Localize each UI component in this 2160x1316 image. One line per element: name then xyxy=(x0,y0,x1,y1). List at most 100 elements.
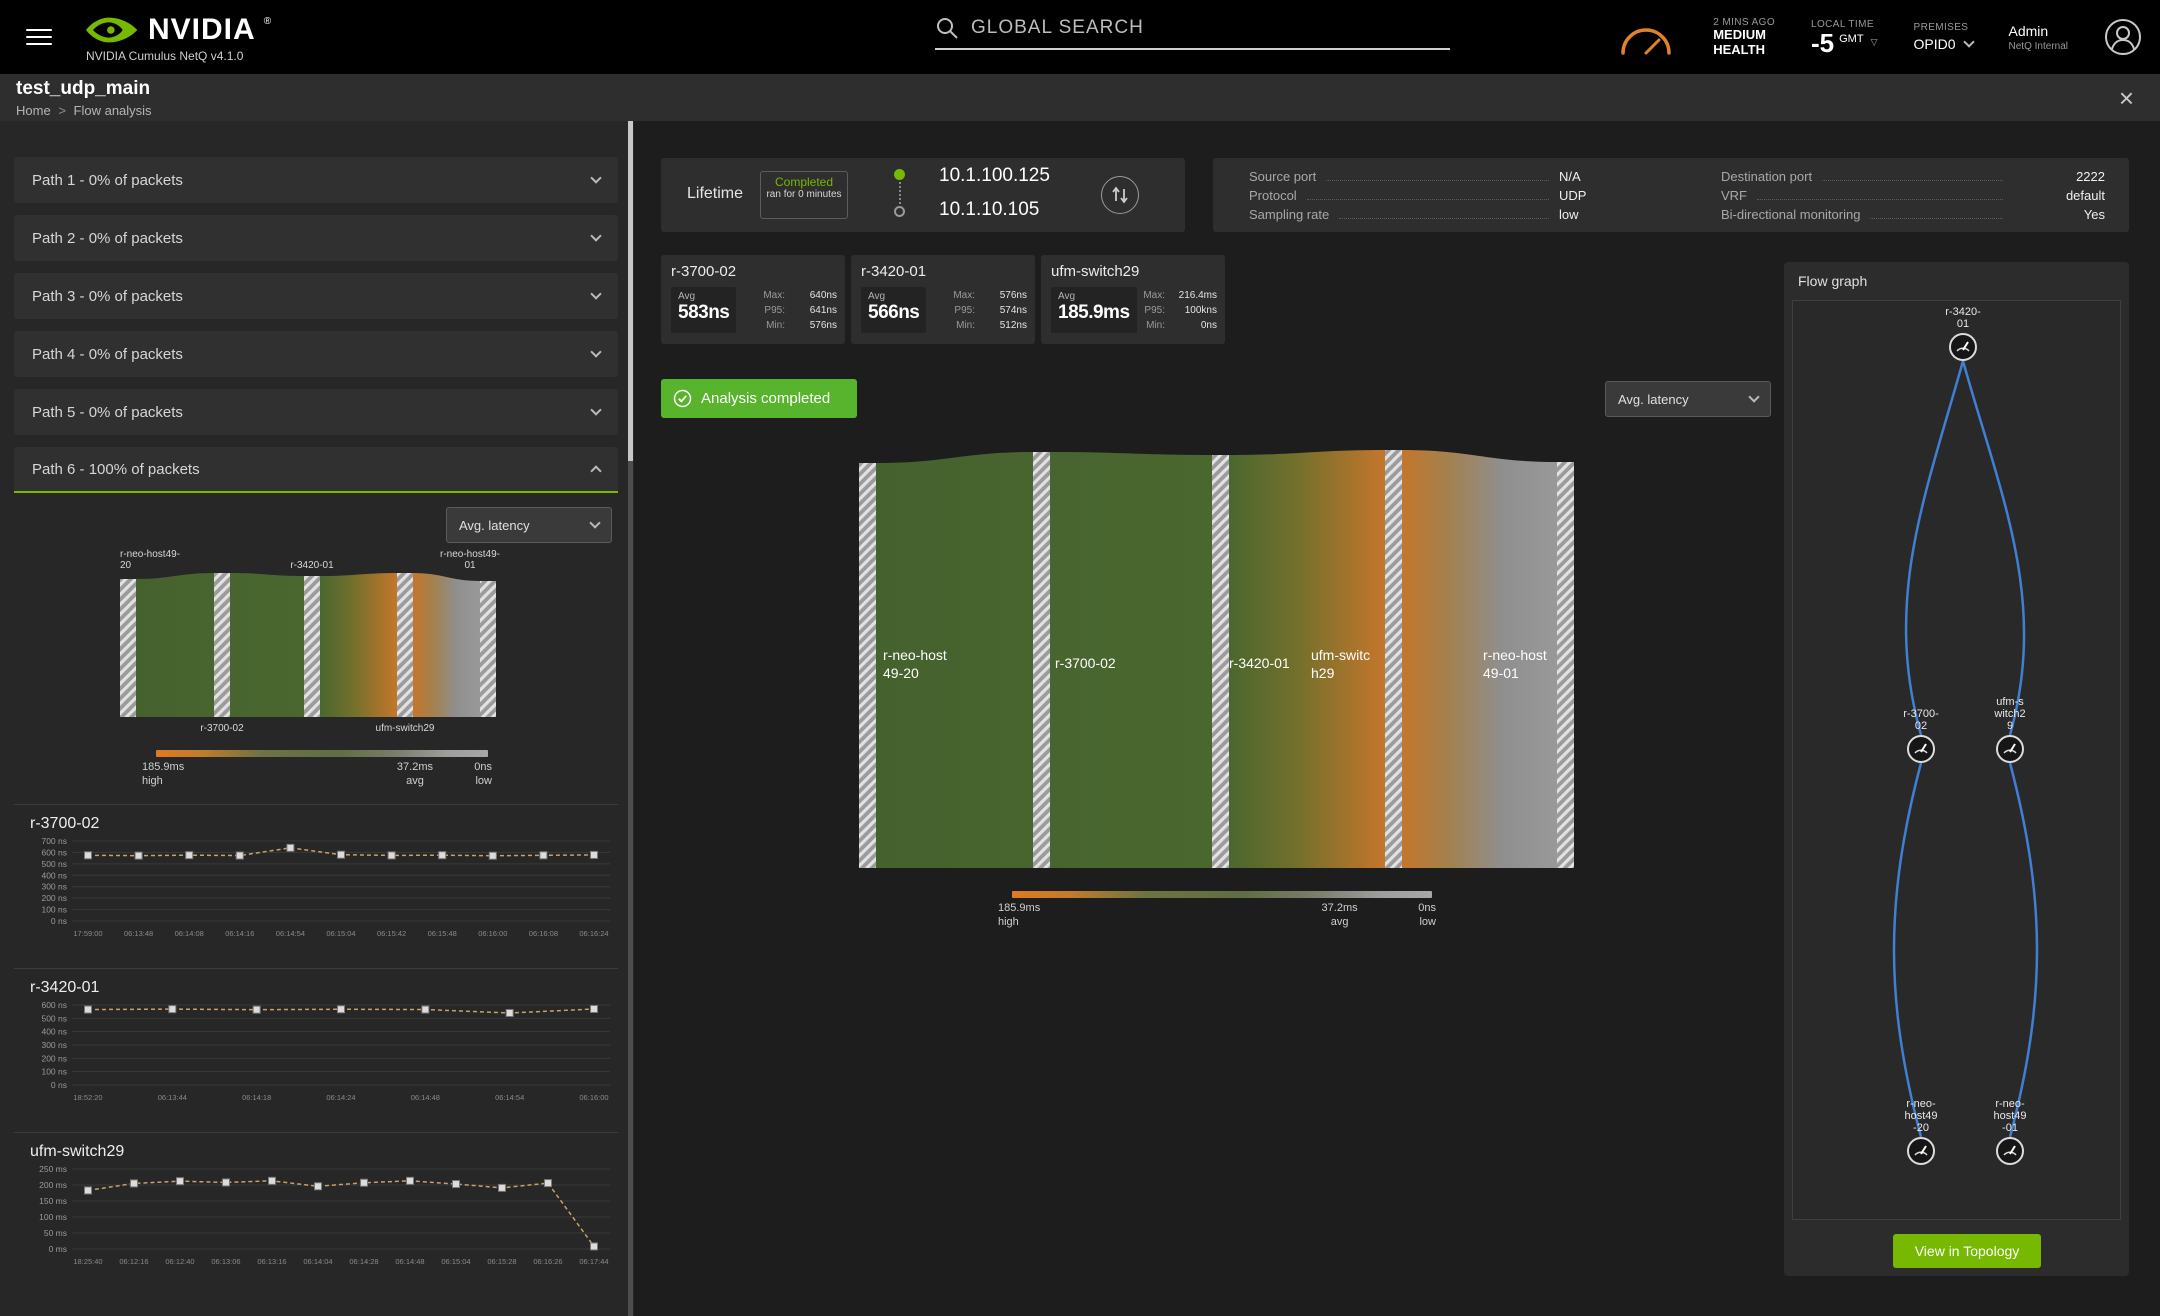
latency-stats: Max: 640ns P95: 641ns Min: 576ns xyxy=(763,288,837,333)
data-point-marker[interactable] xyxy=(286,843,295,852)
chevron-up-icon xyxy=(590,465,602,477)
avatar-icon[interactable] xyxy=(2104,18,2142,56)
flow-node-r-3700-02[interactable]: r-3700-02 xyxy=(1903,708,1939,763)
data-point-marker[interactable] xyxy=(84,851,92,860)
device-metrics-row: Avg 583ns Max: 640ns P95: 641ns Min: 576ns xyxy=(671,287,837,333)
y-tick-label: 0 ms xyxy=(49,1244,67,1254)
data-point-marker[interactable] xyxy=(130,1179,138,1188)
flow-node-label: r-3420- xyxy=(1945,306,1981,318)
x-tick-label: 06:15:42 xyxy=(377,929,406,938)
data-point-marker[interactable] xyxy=(337,1005,345,1014)
latency-line-chart: 0 ns100 ns 200 ns300 ns 400 ns500 ns 600 ns… xyxy=(41,836,610,938)
data-point-marker[interactable] xyxy=(590,850,598,859)
flow-node-ufm-switch29[interactable]: ufm-switch29 xyxy=(1993,696,2026,763)
flow-node-r-neo-host49-01[interactable]: r-neo-host49-01 xyxy=(1993,1098,2027,1165)
lifetime-card: Lifetime Completed ran for 0 minutes 10.… xyxy=(661,158,1185,232)
sankey-node-bar[interactable] xyxy=(214,573,230,717)
flow-node-r-3420-01[interactable]: r-3420-01 xyxy=(1945,306,1981,361)
data-point-marker[interactable] xyxy=(314,1182,322,1191)
menu-icon[interactable] xyxy=(26,24,52,50)
data-point-marker[interactable] xyxy=(185,851,194,860)
data-point-marker[interactable] xyxy=(505,1009,514,1017)
user-menu[interactable]: Admin NetQ Internal xyxy=(2009,23,2068,52)
data-point-marker[interactable] xyxy=(360,1178,368,1187)
sankey-node-bar[interactable] xyxy=(1033,452,1050,868)
stat-value: 216.4ms xyxy=(1178,290,1217,301)
search-input[interactable] xyxy=(971,17,1450,39)
device-name: ufm-switch29 xyxy=(1051,263,1140,280)
sankey-node-bar[interactable] xyxy=(397,573,413,717)
x-tick-label: 06:14:24 xyxy=(326,1093,355,1102)
path-accordion-6[interactable]: Path 6 - 100% of packets xyxy=(14,447,618,493)
scrollbar[interactable] xyxy=(628,121,633,1316)
data-point-marker[interactable] xyxy=(222,1178,230,1187)
path-accordion-5[interactable]: Path 5 - 0% of packets xyxy=(14,389,618,435)
close-icon[interactable]: × xyxy=(2119,85,2134,111)
legend-avg: 37.2ms avg xyxy=(396,761,433,788)
detail-row: Protocol UDP xyxy=(1249,188,1669,207)
data-point-marker[interactable] xyxy=(337,850,345,859)
data-point-marker[interactable] xyxy=(176,1177,184,1186)
swap-direction-button[interactable] xyxy=(1101,176,1139,214)
latency-metric-dropdown-mini[interactable]: Avg. latency xyxy=(446,507,612,543)
source-ip: 10.1.100.125 xyxy=(939,165,1050,186)
data-point-marker[interactable] xyxy=(539,851,548,860)
gauge-icon xyxy=(1996,1137,2024,1165)
data-point-marker[interactable] xyxy=(134,851,143,860)
stat-value: 512ns xyxy=(999,320,1027,331)
data-point-marker[interactable] xyxy=(590,1005,598,1013)
data-point-marker[interactable] xyxy=(268,1176,276,1185)
data-point-marker[interactable] xyxy=(84,1005,92,1014)
data-point-marker[interactable] xyxy=(235,851,244,860)
y-tick-label: 700 ns xyxy=(41,836,67,846)
latency-metric-dropdown[interactable]: Avg. latency xyxy=(1605,381,1771,417)
path-accordion-4[interactable]: Path 4 - 0% of packets xyxy=(14,331,618,377)
latency-stats: Max: 576ns P95: 574ns Min: 512ns xyxy=(953,288,1027,333)
data-point-marker[interactable] xyxy=(406,1176,414,1185)
data-point-marker[interactable] xyxy=(590,1242,598,1251)
data-point-marker[interactable] xyxy=(498,1183,506,1192)
avg-label: Avg xyxy=(868,291,886,302)
scrollbar-thumb[interactable] xyxy=(628,121,633,461)
stat-key: Min: xyxy=(1146,320,1165,331)
view-in-topology-button[interactable]: View in Topology xyxy=(1893,1234,2041,1268)
sankey-label: r-neo-host49- xyxy=(440,549,500,560)
sankey-node-bar[interactable] xyxy=(1385,450,1402,868)
sankey-label: r-neo-host xyxy=(1483,647,1547,663)
device-card-r-3700-02: r-3700-02 Avg 583ns Max: 640ns P95: 641ns Min: 5… xyxy=(661,255,845,344)
sankey-node-bar[interactable] xyxy=(304,576,320,717)
sankey-node-bar[interactable] xyxy=(1557,462,1574,868)
data-point-marker[interactable] xyxy=(488,851,497,860)
breadcrumb-home[interactable]: Home xyxy=(16,103,51,118)
sankey-node-bar[interactable] xyxy=(1212,455,1229,868)
chevron-down-icon xyxy=(590,404,602,416)
avg-latency-box: Avg 185.9ms xyxy=(1051,287,1137,333)
data-point-marker[interactable] xyxy=(421,1005,430,1014)
flow-node-r-neo-host49-20[interactable]: r-neo-host49-20 xyxy=(1904,1098,1938,1165)
path-accordion-2[interactable]: Path 2 - 0% of packets xyxy=(14,215,618,261)
flow-node-label: witch2 xyxy=(1993,708,2025,720)
chevron-down-icon xyxy=(1748,391,1760,403)
latency-series-line xyxy=(87,1180,595,1247)
health-status[interactable]: 2 MINS AGO MEDIUM HEALTH xyxy=(1713,17,1775,58)
data-point-marker[interactable] xyxy=(544,1179,552,1188)
sankey-node-bar[interactable] xyxy=(120,579,136,717)
data-point-marker[interactable] xyxy=(84,1186,92,1195)
source-dot-icon xyxy=(894,169,905,180)
chevron-down-icon xyxy=(1962,36,1975,48)
details-right-column: Destination port 2222 VRF default Bi-dir… xyxy=(1721,169,2105,226)
data-point-marker[interactable] xyxy=(252,1005,261,1014)
data-point-marker[interactable] xyxy=(168,1005,177,1014)
path-accordion-3[interactable]: Path 3 - 0% of packets xyxy=(14,273,618,319)
data-point-marker[interactable] xyxy=(387,851,396,860)
chevron-down-icon xyxy=(590,230,602,242)
dropdown-caret-icon[interactable]: ▽ xyxy=(1871,37,1878,48)
global-search[interactable] xyxy=(935,16,1450,50)
local-time[interactable]: LOCAL TIME -5 GMT ▽ xyxy=(1811,19,1878,56)
data-point-marker[interactable] xyxy=(452,1180,460,1189)
sankey-node-bar[interactable] xyxy=(480,581,496,717)
sankey-node-bar[interactable] xyxy=(859,463,876,868)
path-accordion-1[interactable]: Path 1 - 0% of packets xyxy=(14,157,618,203)
premises-selector[interactable]: PREMISES OPID0 xyxy=(1914,22,1975,52)
data-point-marker[interactable] xyxy=(438,851,447,860)
